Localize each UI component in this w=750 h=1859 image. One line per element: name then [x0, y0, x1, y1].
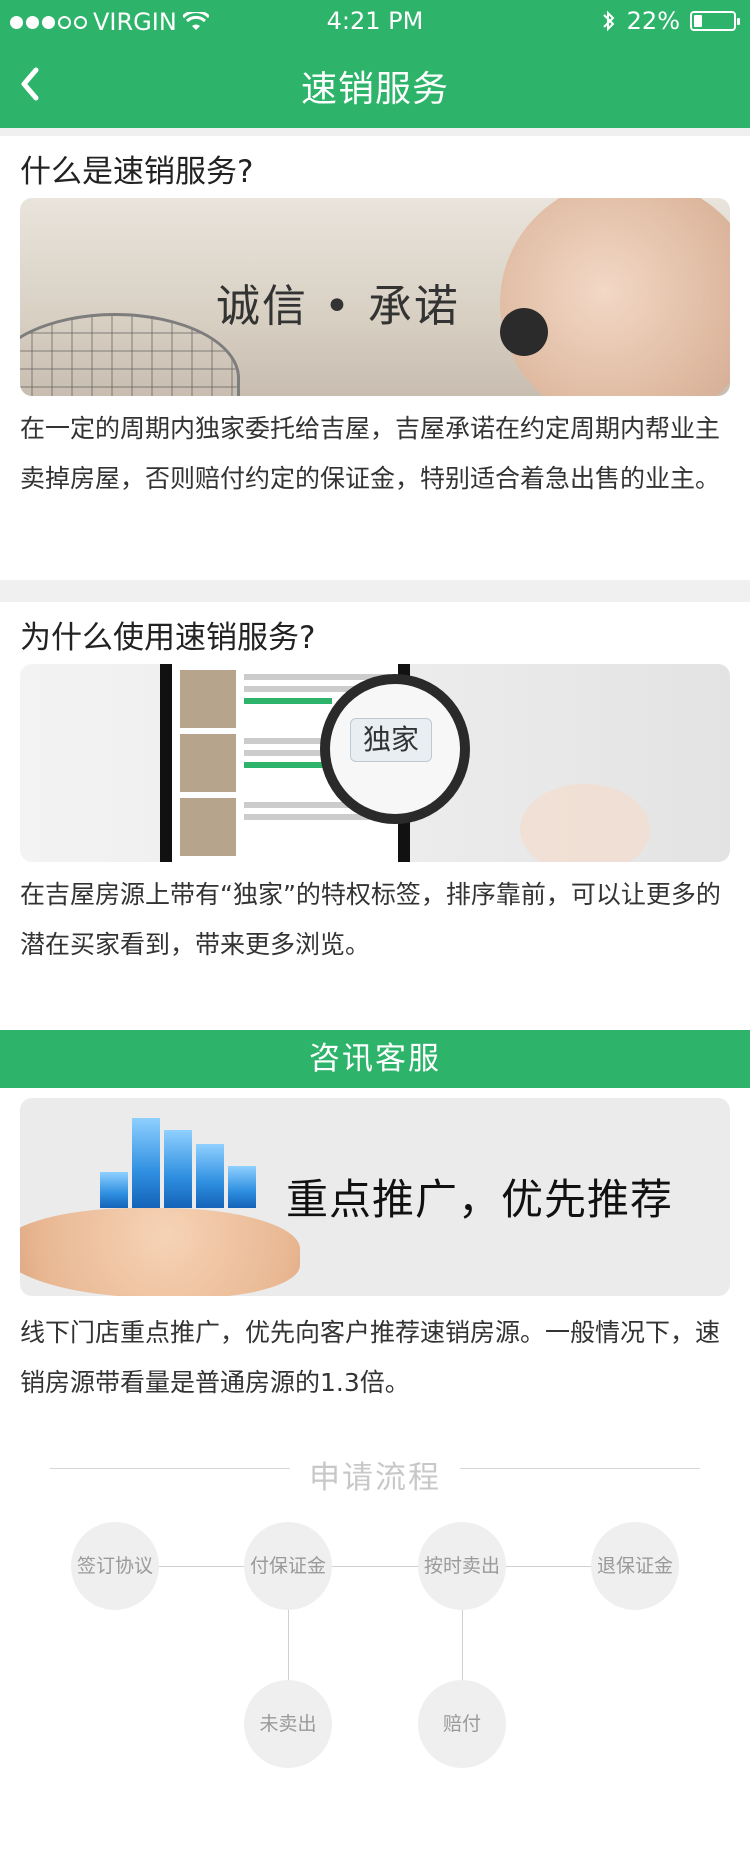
hand-graphic — [20, 1208, 300, 1296]
agent-face-graphic — [500, 198, 730, 396]
flow-step-sign-agreement[interactable]: 签订协议 — [71, 1522, 159, 1610]
headset-mic-graphic — [500, 308, 548, 356]
status-right: 22% — [601, 7, 740, 35]
integrity-banner-image: 诚信 • 承诺 — [20, 198, 730, 396]
flow-title: 申请流程 — [309, 1460, 441, 1496]
bar-graphic — [100, 1172, 128, 1208]
flow-connector — [115, 1566, 635, 1567]
section-what-text: 在一定的周期内独家委托给吉屋，吉屋承诺在约定周期内帮业主卖掉房屋，否则赔付约定的… — [20, 414, 721, 493]
flow-step-sold-on-time[interactable]: 按时卖出 — [418, 1522, 506, 1610]
flow-step-not-sold[interactable]: 未卖出 — [244, 1680, 332, 1768]
divider — [0, 580, 750, 602]
battery-icon — [690, 11, 740, 31]
globe-graphic — [20, 313, 240, 396]
section-why-text: 在吉屋房源上带有“独家”的特权标签，排序靠前，可以让更多的潜在买家看到，带来更多… — [20, 880, 721, 959]
bar-graphic — [196, 1144, 224, 1208]
flow-step-compensation[interactable]: 赔付 — [418, 1680, 506, 1768]
banner-caption: 诚信 • 承诺 — [216, 281, 460, 332]
flow-step-refund-deposit[interactable]: 退保证金 — [591, 1522, 679, 1610]
status-bar: VIRGIN 4:21 PM 22% — [0, 0, 750, 40]
battery-fill — [694, 15, 702, 27]
promotion-caption: 重点推广，优先推荐 — [286, 1175, 674, 1224]
promotion-banner-image: 重点推广，优先推荐 — [20, 1098, 730, 1296]
section-promo-text: 线下门店重点推广，优先向客户推荐速销房源。一般情况下，速销房源带看量是普通房源的… — [20, 1318, 721, 1397]
bar-graphic — [132, 1118, 160, 1208]
battery-percent: 22% — [626, 7, 680, 35]
bar-graphic — [228, 1166, 256, 1208]
flow-step-pay-deposit[interactable]: 付保证金 — [244, 1522, 332, 1610]
consult-service-band[interactable]: 咨讯客服 — [0, 1030, 750, 1088]
section-why-title: 为什么使用速销服务? — [20, 620, 316, 656]
flow-title-line-right — [460, 1468, 700, 1469]
exclusive-tag: 独家 — [350, 718, 432, 762]
bar-graphic — [164, 1130, 192, 1208]
exclusive-tag-image: 独家 — [20, 664, 730, 862]
section-what-title: 什么是速销服务? — [20, 154, 254, 190]
page-title: 速销服务 — [300, 69, 449, 110]
finger-graphic — [520, 784, 650, 862]
divider — [0, 128, 750, 136]
bluetooth-icon — [602, 10, 615, 32]
app-header: VIRGIN 4:21 PM 22% 速销服务 — [0, 0, 750, 128]
